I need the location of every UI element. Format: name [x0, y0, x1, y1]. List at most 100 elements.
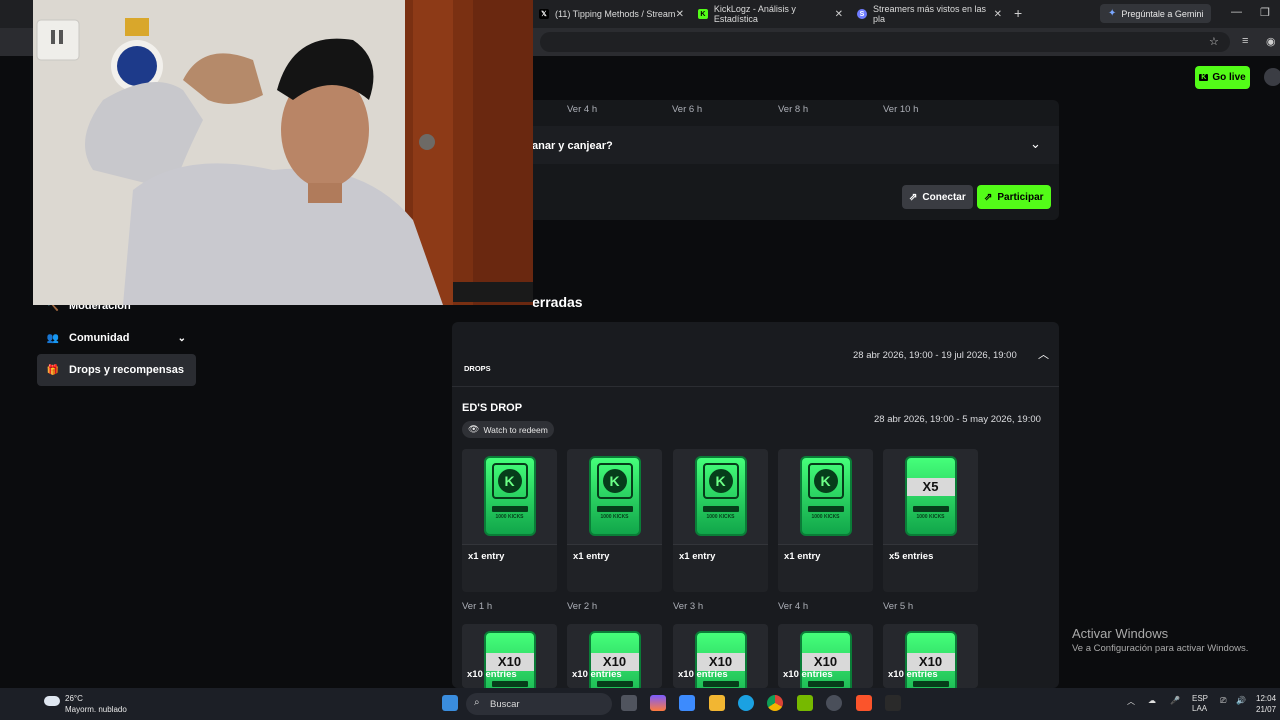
hours-label: Ver 10 h — [883, 104, 919, 115]
tab-label: KickLogz - Análisis y Estadística — [713, 4, 796, 24]
streams-icon: S — [857, 9, 867, 19]
sidebar-item-label: Comunidad — [69, 332, 130, 344]
minimize-icon[interactable]: — — [1231, 6, 1242, 18]
divider — [452, 386, 1059, 387]
hours-label: Ver 8 h — [778, 104, 809, 115]
chevron-up-icon[interactable]: ︿ — [1038, 346, 1049, 362]
gemini-sparkle-icon: ✦ — [1108, 8, 1117, 19]
go-live-label: Go live — [1212, 72, 1246, 83]
onedrive-icon[interactable]: ☁ — [1148, 696, 1156, 705]
lang-top: ESP — [1192, 694, 1209, 703]
watch-to-redeem-chip: 👁 Watch to redeem — [462, 421, 554, 438]
store-icon[interactable] — [679, 695, 695, 711]
obs-icon[interactable] — [826, 695, 842, 711]
go-live-button[interactable]: K Go live — [1195, 66, 1250, 89]
task-view-icon[interactable] — [621, 695, 637, 711]
drop-date-range: 28 abr 2026, 19:00 - 5 may 2026, 19:00 — [874, 414, 1041, 425]
chevron-up-icon[interactable]: ︿ — [1127, 696, 1135, 707]
network-icon[interactable]: ⎚ — [1220, 696, 1226, 706]
reading-list-icon[interactable]: ≡ — [1242, 35, 1248, 47]
x-icon: 𝕏 — [539, 9, 549, 19]
drops-badge: DROPS — [464, 364, 491, 373]
profile-icon[interactable]: ◉ — [1266, 35, 1276, 48]
participate-button[interactable]: ⇗ Participar — [977, 185, 1051, 209]
search-icon: ⌕ — [474, 697, 480, 708]
tab-label: Streamers más vistos en las pla — [872, 4, 986, 24]
screen: 𝕏 (11) Tipping Methods / Stream ✕ K Kick… — [0, 0, 1280, 720]
activation-title: Activar Windows — [1072, 626, 1169, 641]
hours-label: Ver 4 h — [567, 104, 598, 115]
new-tab-button[interactable]: + — [1014, 5, 1022, 21]
copilot-icon[interactable] — [650, 695, 666, 711]
people-icon: 👥 — [46, 332, 60, 344]
reward-label: x10 entries — [783, 669, 833, 680]
volume-icon[interactable]: 🔊 — [1236, 696, 1246, 705]
bookmark-star-icon[interactable]: ☆ — [1209, 35, 1219, 48]
sidebar-item-drops[interactable]: 🎁 Drops y recompensas — [37, 354, 196, 386]
ask-gemini-button[interactable]: ✦ Pregúntale a Gemini — [1100, 4, 1212, 23]
chrome-icon[interactable] — [767, 695, 783, 711]
close-icon[interactable]: ✕ — [676, 9, 684, 20]
closed-campaigns-title: erradas — [532, 294, 583, 310]
reward-card[interactable]: K 1000 KICKS x1 entry — [673, 449, 768, 592]
reward-label: x10 entries — [888, 669, 938, 680]
eye-icon: 👁 — [468, 424, 480, 434]
sidebar-item-community[interactable]: 👥 Comunidad ⌄ — [37, 322, 196, 354]
hours-label: Ver 2 h — [567, 601, 598, 612]
hours-label: Ver 1 h — [462, 601, 493, 612]
connect-button[interactable]: ⇗ Conectar — [902, 185, 973, 209]
language-indicator[interactable]: ESP LAA — [1192, 694, 1208, 714]
tab-tipping-methods[interactable]: 𝕏 (11) Tipping Methods / Stream ✕ — [533, 3, 688, 25]
campaign-date-range: 28 abr 2026, 19:00 - 19 jul 2026, 19:00 — [853, 350, 1017, 361]
chevron-down-icon[interactable]: ⌄ — [1030, 136, 1041, 152]
webcam-overlay — [33, 0, 533, 305]
reward-label: x1 entry — [468, 551, 505, 562]
cloud-icon — [44, 696, 60, 706]
tab-streamers[interactable]: S Streamers más vistos en las pla ✕ — [851, 3, 1006, 25]
close-icon[interactable]: ✕ — [994, 9, 1002, 20]
brave-icon[interactable] — [856, 695, 872, 711]
watch-label: Watch to redeem — [483, 424, 548, 435]
reward-label: x1 entry — [784, 551, 821, 562]
clock[interactable]: 12:04 21/07 — [1256, 693, 1276, 715]
reward-card[interactable]: K 1000 KICKS x1 entry — [567, 449, 662, 592]
reward-label: x10 entries — [678, 669, 728, 680]
external-link-icon: ⇗ — [909, 191, 918, 203]
hours-label: Ver 4 h — [778, 601, 809, 612]
omnibox[interactable] — [540, 32, 1230, 52]
connect-label: Conectar — [922, 191, 966, 203]
reward-card[interactable]: K 1000 KICKS x1 entry — [462, 449, 557, 592]
nvidia-icon[interactable] — [797, 695, 813, 711]
drops-main-content: Ver 4 h Ver 6 h Ver 8 h Ver 10 h anar y … — [452, 100, 1059, 688]
drop-title: ED'S DROP — [462, 402, 523, 414]
reward-label: x10 entries — [467, 669, 517, 680]
microphone-icon[interactable]: 🎤 — [1170, 696, 1180, 705]
file-explorer-icon[interactable] — [709, 695, 725, 711]
avatar[interactable] — [1264, 68, 1280, 86]
reward-token-image: K 1000 KICKS — [778, 449, 873, 544]
active-campaign-card: Ver 4 h Ver 6 h Ver 8 h Ver 10 h anar y … — [452, 100, 1059, 220]
weather-condition: Mayorm. nublado — [65, 705, 127, 714]
reward-label: x1 entry — [573, 551, 610, 562]
gift-icon: 🎁 — [46, 364, 60, 376]
hours-label: Ver 6 h — [672, 104, 703, 115]
temperature: 26°C — [65, 694, 83, 703]
reward-card[interactable]: X5 1000 KICKS x5 entries — [883, 449, 978, 592]
windows-start-icon[interactable] — [442, 695, 458, 711]
hours-label: Ver 3 h — [673, 601, 704, 612]
tab-kicklogz[interactable]: K KickLogz - Análisis y Estadística ✕ — [692, 3, 847, 25]
windows-taskbar: 26°C Mayorm. nublado ⌕ Buscar ︿ ☁ 🎤 ESP … — [0, 688, 1280, 720]
restore-icon[interactable]: ❐ — [1260, 6, 1270, 19]
chevron-down-icon: ⌄ — [177, 332, 186, 344]
reward-token-image: X5 1000 KICKS — [883, 449, 978, 544]
reward-label: x10 entries — [572, 669, 622, 680]
epic-games-icon[interactable] — [885, 695, 901, 711]
reward-card[interactable]: K 1000 KICKS x1 entry — [778, 449, 873, 592]
edge-icon[interactable] — [738, 695, 754, 711]
kick-icon: K — [698, 9, 708, 19]
time: 12:04 — [1256, 694, 1277, 703]
taskbar-search[interactable]: ⌕ Buscar — [466, 693, 612, 715]
activation-subtitle: Ve a Configuración para activar Windows. — [1072, 643, 1249, 654]
close-icon[interactable]: ✕ — [835, 9, 843, 20]
faq-title: anar y canjear? — [532, 140, 613, 152]
